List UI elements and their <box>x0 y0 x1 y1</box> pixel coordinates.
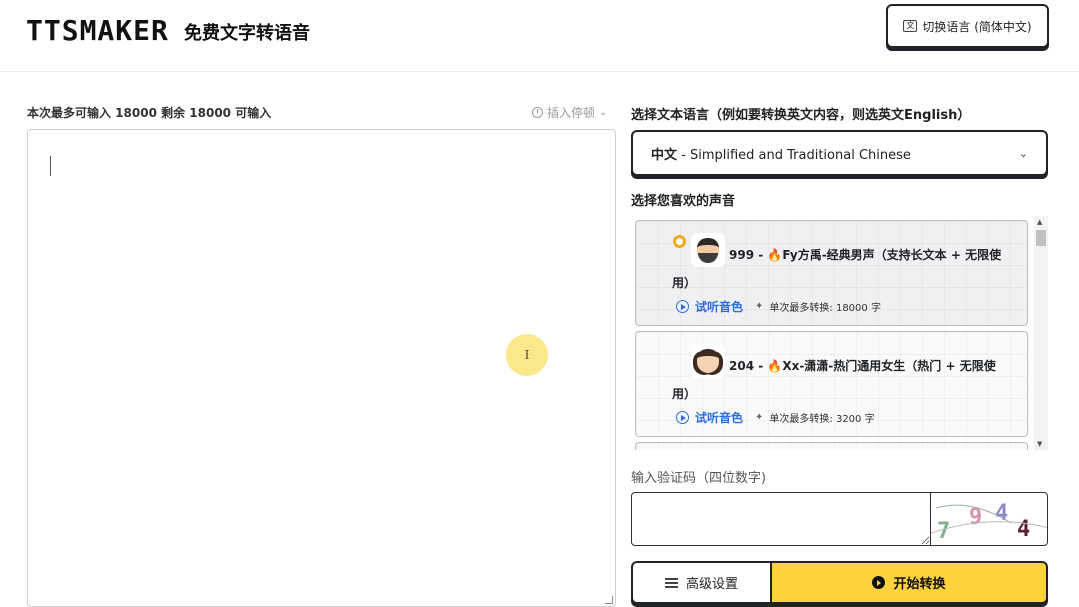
captcha-input[interactable] <box>631 492 931 546</box>
captcha-noise-lines <box>931 504 1047 534</box>
switch-language-button[interactable]: 文 切换语言 (简体中文) <box>886 4 1049 48</box>
language-select-label: 选择文本语言（例如要转换英文内容，则选英文English） <box>631 108 971 123</box>
mouse-cursor-highlight: I <box>506 334 548 376</box>
text-caret <box>50 156 51 176</box>
play-icon <box>872 576 886 589</box>
scroll-down-icon[interactable]: ▼ <box>1037 440 1042 448</box>
sparkle-icon: ✦ <box>755 301 764 312</box>
voice-max-chars: 单次最多转换: 18000 字 <box>769 303 881 314</box>
try-voice-link[interactable]: 试听音色 <box>695 409 743 426</box>
sliders-icon <box>664 577 678 588</box>
voice-card[interactable]: 999 - 🔥Fy方禹-经典男声（支持长文本 + 无限使用） 试听音色 ✦ 单次… <box>635 220 1028 326</box>
language-select[interactable]: 中文 - Simplified and Traditional Chinese … <box>631 130 1048 176</box>
chevron-down-icon: ⌄ <box>599 107 608 118</box>
clock-icon <box>532 107 543 118</box>
voice-footer: 试听音色 ✦ 单次最多转换: 18000 字 <box>676 298 881 315</box>
advanced-settings-label: 高级设置 <box>685 577 738 592</box>
insert-pause-label: 插入停顿 <box>547 106 596 120</box>
play-icon[interactable] <box>676 300 689 313</box>
translate-icon: 文 <box>903 20 918 32</box>
advanced-settings-button[interactable]: 高级设置 <box>631 561 770 604</box>
voice-list-scrollbar[interactable]: ▲ ▼ <box>1034 216 1048 450</box>
voice-list[interactable]: 999 - 🔥Fy方禹-经典男声（支持长文本 + 无限使用） 试听音色 ✦ 单次… <box>631 216 1048 450</box>
logo[interactable]: TTSMAKER <box>26 14 169 47</box>
voice-title: 999 - 🔥Fy方禹-经典男声（支持长文本 + 无限使用） <box>672 248 1002 290</box>
scroll-up-icon[interactable]: ▲ <box>1037 218 1042 226</box>
voice-max-chars: 单次最多转换: 3200 字 <box>769 414 875 425</box>
voice-card[interactable]: 204 - 🔥Xx-潇潇-热门通用女生（热门 + 无限使用） 试听音色 ✦ 单次… <box>635 331 1028 437</box>
captcha-label: 输入验证码（四位数字) <box>631 471 767 486</box>
voice-title: 204 - 🔥Xx-潇潇-热门通用女生（热门 + 无限使用） <box>672 359 996 401</box>
voice-card[interactable] <box>635 442 1028 450</box>
switch-language-label: 切换语言 (简体中文) <box>922 19 1032 34</box>
insert-pause-dropdown[interactable]: 插入停顿 ⌄ <box>532 104 607 121</box>
header: TTSMAKER 免费文字转语音 文 切换语言 (简体中文) <box>0 0 1079 72</box>
resize-handle[interactable] <box>605 596 613 604</box>
start-convert-button[interactable]: 开始转换 <box>770 561 1048 604</box>
play-icon[interactable] <box>676 411 689 424</box>
voice-footer: 试听音色 ✦ 单次最多转换: 3200 字 <box>676 409 875 426</box>
input-limit-label: 本次最多可输入 18000 剩余 18000 可输入 <box>27 106 272 120</box>
site-subtitle: 免费文字转语音 <box>184 23 310 44</box>
start-convert-label: 开始转换 <box>893 577 946 592</box>
chevron-down-icon: ⌄ <box>1018 146 1028 160</box>
try-voice-link[interactable]: 试听音色 <box>695 298 743 315</box>
language-selected-value: 中文 - Simplified and Traditional Chinese <box>651 147 911 163</box>
sparkle-icon: ✦ <box>755 412 764 423</box>
scroll-thumb[interactable] <box>1036 230 1046 246</box>
captcha-image[interactable]: 7 9 4 4 <box>930 492 1048 546</box>
voice-select-label: 选择您喜欢的声音 <box>631 194 736 209</box>
